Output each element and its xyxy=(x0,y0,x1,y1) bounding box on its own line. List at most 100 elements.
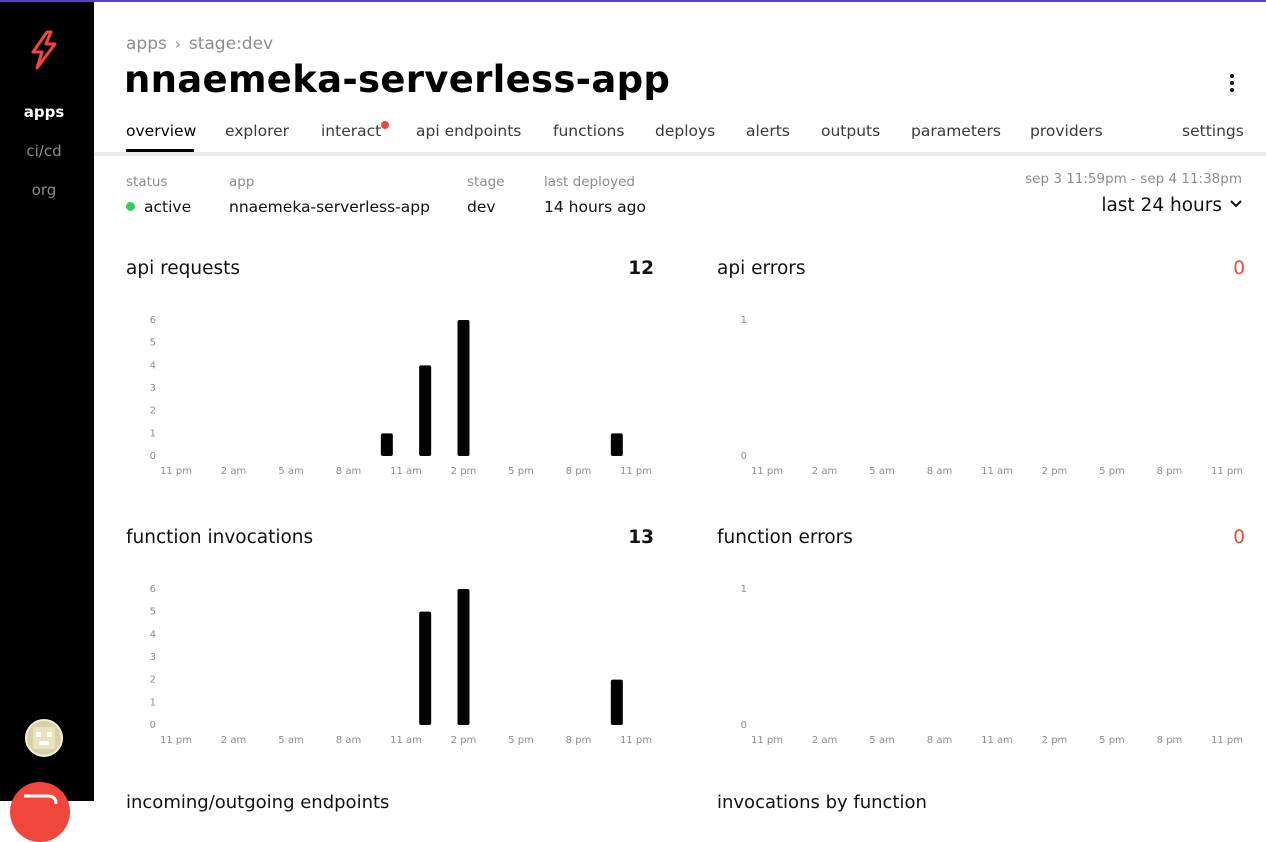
main-content: apps › stage:dev nnaemeka-serverless-app o… xyxy=(94,2,1266,813)
y-tick-label: 3 xyxy=(150,383,156,394)
panel-total: 13 xyxy=(628,527,654,548)
y-tick-label: 0 xyxy=(741,451,747,462)
x-tick-label: 8 pm xyxy=(566,735,592,746)
breadcrumb-apps[interactable]: apps xyxy=(126,34,167,54)
panel-title: api requests xyxy=(126,258,241,279)
more-options-icon[interactable] xyxy=(1221,74,1243,96)
panel-api-requests: api requests 12 0 1 2 3 4 5 6 11 pm 2 am 5 am 8 am… xyxy=(126,258,654,488)
chart-bar xyxy=(419,365,432,456)
x-tick-label: 5 pm xyxy=(508,466,534,477)
sidebar-item-apps[interactable]: apps xyxy=(0,103,88,121)
function-invocations-chart[interactable]: 0 1 2 3 4 5 6 11 pm 2 am 5 am 8 am 11 am 2 pm 5 pm 8 p… xyxy=(126,567,654,747)
api-requests-chart[interactable]: 0 1 2 3 4 5 6 11 pm 2 am 5 am 8 am 11 am 2 pm 5 pm 8 p… xyxy=(126,298,654,478)
y-tick-label: 5 xyxy=(150,607,156,618)
x-tick-label: 2 am xyxy=(221,735,246,746)
tab-overview[interactable]: overview xyxy=(126,122,196,140)
x-tick-label: 2 pm xyxy=(451,735,477,746)
x-tick-label: 11 am xyxy=(981,466,1013,477)
api-errors-chart[interactable]: 0 1 11 pm 2 am 5 am 8 am 11 am 2 pm 5 pm 8 pm 11 p… xyxy=(717,298,1245,478)
x-tick-label: 8 pm xyxy=(1157,466,1183,477)
y-tick-label: 0 xyxy=(150,451,156,462)
y-tick-label: 0 xyxy=(741,720,747,731)
x-tick-label: 5 am xyxy=(278,735,303,746)
status-label: status xyxy=(126,174,168,190)
tab-outputs[interactable]: outputs xyxy=(821,122,880,140)
x-tick-label: 5 pm xyxy=(1099,466,1125,477)
time-range-dropdown[interactable]: last 24 hours xyxy=(1101,195,1242,216)
x-tick-label: 11 pm xyxy=(620,466,652,477)
panel-title: function errors xyxy=(717,527,853,548)
panel-function-errors: function errors 0 0 1 11 pm 2 am 5 am 8 am 11 … xyxy=(717,527,1245,757)
x-tick-label: 11 am xyxy=(390,735,422,746)
x-tick-label: 2 pm xyxy=(1042,466,1068,477)
tab-settings[interactable]: settings xyxy=(1182,122,1244,140)
x-tick-label: 2 am xyxy=(812,466,837,477)
panel-api-errors: api errors 0 0 1 11 pm 2 am 5 am 8 am 11 am 2 p… xyxy=(717,258,1245,488)
sidebar-item-org[interactable]: org xyxy=(0,181,88,199)
x-tick-label: 2 pm xyxy=(1042,735,1068,746)
y-tick-label: 4 xyxy=(150,360,156,371)
x-tick-label: 11 am xyxy=(981,735,1013,746)
page-title: nnaemeka-serverless-app xyxy=(124,58,671,101)
chart-bar xyxy=(380,433,393,456)
x-tick-label: 8 pm xyxy=(566,466,592,477)
help-button[interactable] xyxy=(10,782,70,842)
tab-interact[interactable]: interact xyxy=(321,122,381,140)
chart-bar xyxy=(457,320,470,456)
x-tick-label: 2 am xyxy=(812,735,837,746)
app-value: nnaemeka-serverless-app xyxy=(229,198,430,216)
last-deployed-value: 14 hours ago xyxy=(544,198,646,216)
tab-api-endpoints[interactable]: api endpoints xyxy=(416,122,521,140)
avatar[interactable] xyxy=(25,719,63,757)
y-tick-label: 2 xyxy=(150,675,156,686)
breadcrumb: apps › stage:dev xyxy=(126,34,273,54)
breadcrumb-stage[interactable]: stage:dev xyxy=(189,34,273,54)
sidebar: apps ci/cd org xyxy=(0,2,94,842)
tab-deploys[interactable]: deploys xyxy=(655,122,715,140)
y-tick-label: 1 xyxy=(741,584,747,595)
chart-bar xyxy=(610,433,623,456)
tab-alerts[interactable]: alerts xyxy=(746,122,790,140)
panel-title: function invocations xyxy=(126,527,314,548)
y-tick-label: 6 xyxy=(150,584,156,595)
chart-bar xyxy=(610,679,623,725)
y-tick-label: 3 xyxy=(150,652,156,663)
app-label: app xyxy=(229,174,255,190)
panel-function-invocations: function invocations 13 0 1 2 3 4 5 6 11 pm 2 am… xyxy=(126,527,654,757)
lightning-bolt-icon[interactable] xyxy=(27,30,61,70)
panel-total: 0 xyxy=(1233,258,1245,279)
panel-total: 0 xyxy=(1233,527,1245,548)
panel-title: api errors xyxy=(717,258,806,279)
x-tick-label: 8 am xyxy=(927,735,952,746)
time-range-span: sep 3 11:59pm - sep 4 11:38pm xyxy=(1025,171,1242,187)
tab-explorer[interactable]: explorer xyxy=(225,122,289,140)
chart-bar xyxy=(457,589,470,725)
x-tick-label: 5 pm xyxy=(508,735,534,746)
x-tick-label: 11 pm xyxy=(751,466,783,477)
tab-providers[interactable]: providers xyxy=(1030,122,1103,140)
function-errors-chart[interactable]: 0 1 11 pm 2 am 5 am 8 am 11 am 2 pm 5 pm 8 pm 11 p… xyxy=(717,567,1245,747)
x-tick-label: 11 pm xyxy=(751,735,783,746)
x-tick-label: 11 pm xyxy=(1211,735,1243,746)
last-deployed-label: last deployed xyxy=(544,174,635,190)
status-value: active xyxy=(144,198,192,216)
tab-functions[interactable]: functions xyxy=(553,122,624,140)
chevron-down-icon xyxy=(1230,200,1242,208)
notification-dot xyxy=(381,121,389,129)
tab-parameters[interactable]: parameters xyxy=(911,122,1001,140)
y-tick-label: 2 xyxy=(150,406,156,417)
y-tick-label: 5 xyxy=(150,338,156,349)
x-tick-label: 8 am xyxy=(336,735,361,746)
time-range-value: last 24 hours xyxy=(1101,195,1222,216)
status-dot-icon xyxy=(126,202,135,211)
x-tick-label: 11 pm xyxy=(160,466,192,477)
x-tick-label: 8 am xyxy=(336,466,361,477)
y-tick-label: 1 xyxy=(150,428,156,439)
y-tick-label: 1 xyxy=(150,697,156,708)
stage-label: stage xyxy=(467,174,505,190)
x-tick-label: 11 pm xyxy=(160,735,192,746)
sidebar-item-cicd[interactable]: ci/cd xyxy=(0,142,88,160)
stage-value: dev xyxy=(467,198,496,216)
avatar-pattern-icon xyxy=(33,727,55,749)
x-tick-label: 5 am xyxy=(278,466,303,477)
